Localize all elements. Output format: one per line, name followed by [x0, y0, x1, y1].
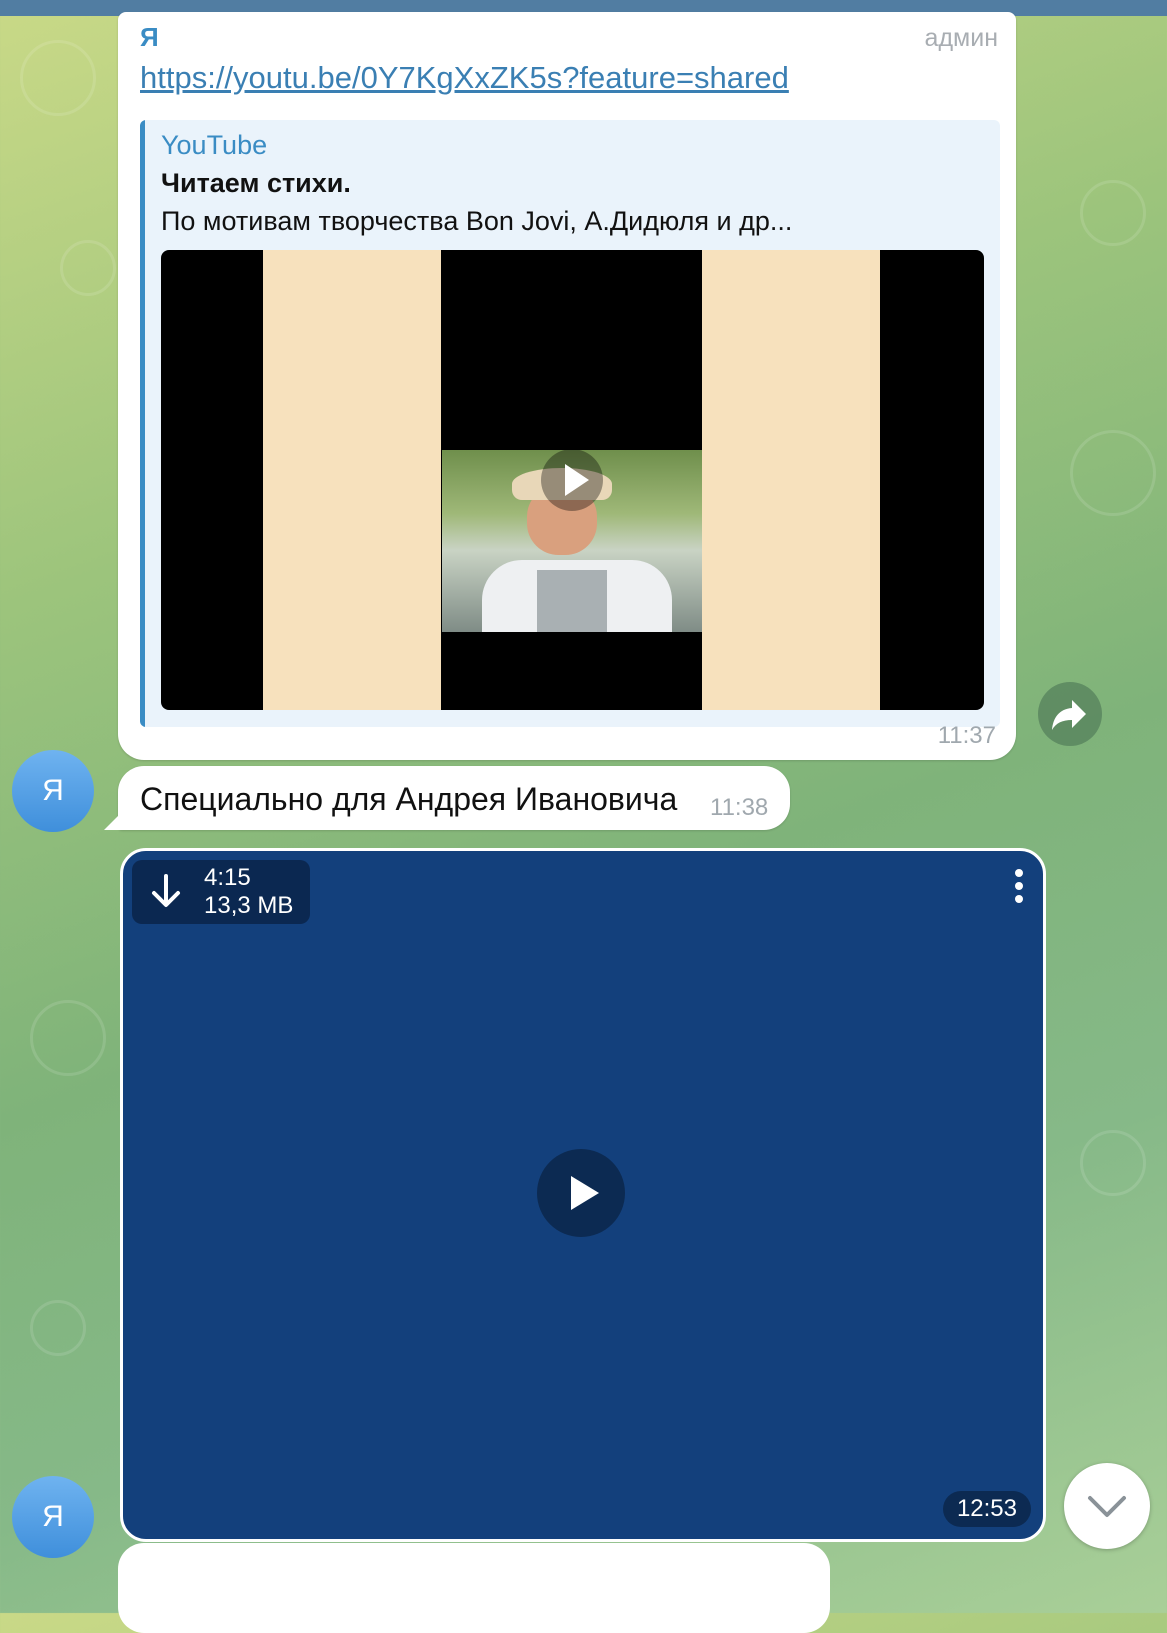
scroll-down-button[interactable]	[1064, 1463, 1150, 1549]
background-doodle	[20, 40, 96, 116]
preview-accent-bar	[140, 120, 145, 727]
background-doodle	[1070, 430, 1156, 516]
thumbnail-panel-left	[263, 250, 441, 710]
message-time: 11:37	[937, 722, 996, 749]
thumbnail-panel-right	[702, 250, 880, 710]
admin-badge: админ	[924, 24, 998, 52]
avatar[interactable]: Я	[12, 1476, 94, 1558]
message-time: 11:38	[710, 794, 769, 821]
bubble-tail	[104, 812, 122, 830]
video-message[interactable]: 4:15 13,3 MB 12:53	[120, 848, 1046, 1542]
sender-name[interactable]: Я	[140, 22, 159, 53]
background-doodle	[1080, 1130, 1146, 1196]
link-preview[interactable]: YouTube Читаем стихи. По мотивам творчес…	[140, 120, 1000, 727]
message-bubble-link[interactable]: Я админ https://youtu.be/0Y7KgXxZK5s?fea…	[118, 12, 1016, 760]
photo-tshirt	[537, 570, 607, 632]
message-bubble-partial[interactable]	[118, 1543, 830, 1633]
thumbnail-play-button[interactable]	[541, 449, 603, 511]
chevron-down-icon	[1088, 1496, 1126, 1517]
message-text: Специально для Андрея Ивановича	[140, 781, 678, 817]
preview-title: Читаем стихи.	[161, 168, 351, 198]
video-play-button[interactable]	[537, 1149, 625, 1237]
background-doodle	[60, 240, 116, 296]
background-doodle	[30, 1300, 86, 1356]
share-button[interactable]	[1038, 682, 1102, 746]
avatar[interactable]: Я	[12, 750, 94, 832]
play-icon	[565, 464, 589, 496]
video-duration: 4:15	[204, 864, 251, 891]
more-vertical-icon[interactable]	[1013, 869, 1025, 909]
share-arrow-icon	[1052, 700, 1086, 730]
youtube-link[interactable]: https://youtu.be/0Y7KgXxZK5s?feature=sha…	[140, 60, 789, 96]
background-doodle	[1080, 180, 1146, 246]
preview-site-name: YouTube	[161, 130, 268, 160]
video-size: 13,3 MB	[204, 892, 294, 919]
preview-thumbnail[interactable]	[161, 250, 984, 710]
download-badge[interactable]: 4:15 13,3 MB	[132, 860, 310, 924]
message-bubble-text[interactable]: Специально для Андрея Ивановича 11:38	[118, 766, 790, 830]
background-doodle	[30, 1000, 106, 1076]
message-time: 12:53	[942, 1491, 1031, 1527]
preview-description: По мотивам творчества Bon Jovi, А.Дидюля…	[161, 206, 793, 236]
play-icon	[571, 1176, 599, 1210]
download-arrow-icon	[152, 874, 180, 907]
